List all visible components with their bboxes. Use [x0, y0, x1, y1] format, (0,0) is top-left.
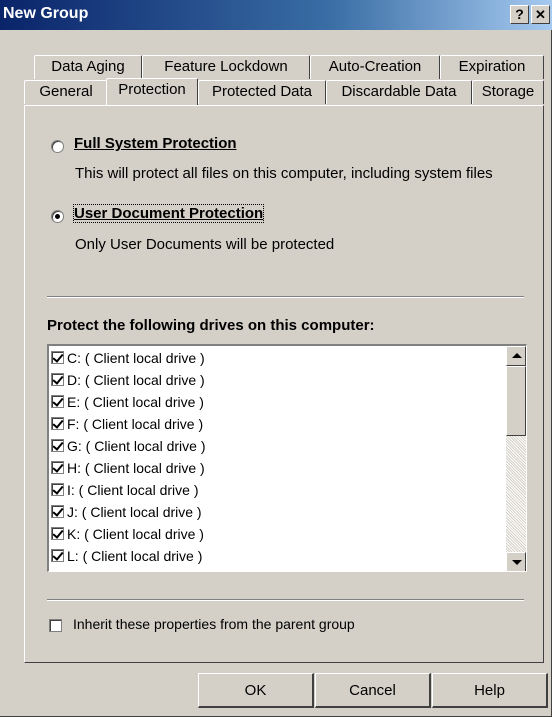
- ok-button[interactable]: OK: [198, 673, 314, 708]
- drive-checkbox[interactable]: [51, 373, 64, 386]
- user-protection-radio[interactable]: [51, 210, 64, 223]
- drive-checkbox[interactable]: [51, 439, 64, 452]
- radio-selected-dot: [55, 214, 60, 219]
- drive-label: I: ( Client local drive ): [67, 482, 199, 498]
- help-title-button[interactable]: ?: [510, 5, 529, 24]
- drive-checkbox[interactable]: [51, 417, 64, 430]
- inherit-checkbox[interactable]: [49, 619, 62, 632]
- drive-checkbox[interactable]: [51, 461, 64, 474]
- drive-checkbox[interactable]: [51, 505, 64, 518]
- drive-checkbox[interactable]: [51, 351, 64, 364]
- inherit-label[interactable]: Inherit these properties from the parent…: [73, 616, 355, 632]
- scroll-down-button[interactable]: [506, 552, 526, 571]
- full-protection-label[interactable]: Full System Protection: [74, 135, 237, 152]
- down-arrow-icon: [512, 560, 522, 565]
- tab-expiration[interactable]: Expiration: [440, 55, 544, 79]
- drive-checkbox[interactable]: [51, 549, 64, 562]
- drive-label: H: ( Client local drive ): [67, 460, 205, 476]
- tab-data-aging[interactable]: Data Aging: [34, 55, 142, 79]
- title-bar: New Group ? ✕: [0, 0, 552, 30]
- up-arrow-icon: [512, 353, 522, 358]
- drive-label: E: ( Client local drive ): [67, 394, 204, 410]
- drives-heading: Protect the following drives on this com…: [47, 317, 375, 334]
- user-protection-label[interactable]: User Document Protection: [72, 204, 265, 223]
- full-protection-radio[interactable]: [51, 140, 64, 153]
- drive-checkbox[interactable]: [51, 395, 64, 408]
- full-protection-description: This will protect all files on this comp…: [75, 165, 493, 182]
- full-protection-label-text: Full System Protection: [74, 135, 237, 152]
- scroll-up-button[interactable]: [506, 346, 526, 366]
- drives-listbox[interactable]: C: ( Client local drive ) D: ( Client loc…: [47, 344, 527, 572]
- drive-checkbox[interactable]: [51, 527, 64, 540]
- drive-label: F: ( Client local drive ): [67, 416, 204, 432]
- user-protection-label-text: User Document Protection: [74, 205, 264, 222]
- drive-label: K: ( Client local drive ): [67, 526, 204, 542]
- separator: [47, 296, 524, 298]
- tab-general[interactable]: General: [24, 80, 108, 104]
- close-button[interactable]: ✕: [531, 5, 550, 24]
- drive-label: D: ( Client local drive ): [67, 372, 205, 388]
- help-button[interactable]: Help: [432, 673, 548, 708]
- drive-checkbox[interactable]: [51, 483, 64, 496]
- separator-bottom: [47, 599, 524, 601]
- window-title: New Group: [3, 5, 89, 22]
- tab-protection[interactable]: Protection: [106, 78, 198, 105]
- drive-label: L: ( Client local drive ): [67, 548, 203, 564]
- drive-label: J: ( Client local drive ): [67, 504, 202, 520]
- user-protection-description: Only User Documents will be protected: [75, 236, 335, 253]
- tab-feature-lockdown[interactable]: Feature Lockdown: [142, 55, 310, 79]
- drive-label: G: ( Client local drive ): [67, 438, 206, 454]
- tab-discardable-data[interactable]: Discardable Data: [326, 80, 472, 104]
- scroll-thumb[interactable]: [506, 366, 526, 436]
- tab-auto-creation[interactable]: Auto-Creation: [310, 55, 440, 79]
- drives-scrollbar[interactable]: [506, 346, 526, 571]
- cancel-button[interactable]: Cancel: [315, 673, 431, 708]
- tab-protected-data[interactable]: Protected Data: [198, 80, 326, 104]
- dialog-window: New Group ? ✕ Data Aging Feature Lockdow…: [0, 0, 552, 717]
- tab-storage[interactable]: Storage: [472, 80, 544, 104]
- drive-label: C: ( Client local drive ): [67, 350, 205, 366]
